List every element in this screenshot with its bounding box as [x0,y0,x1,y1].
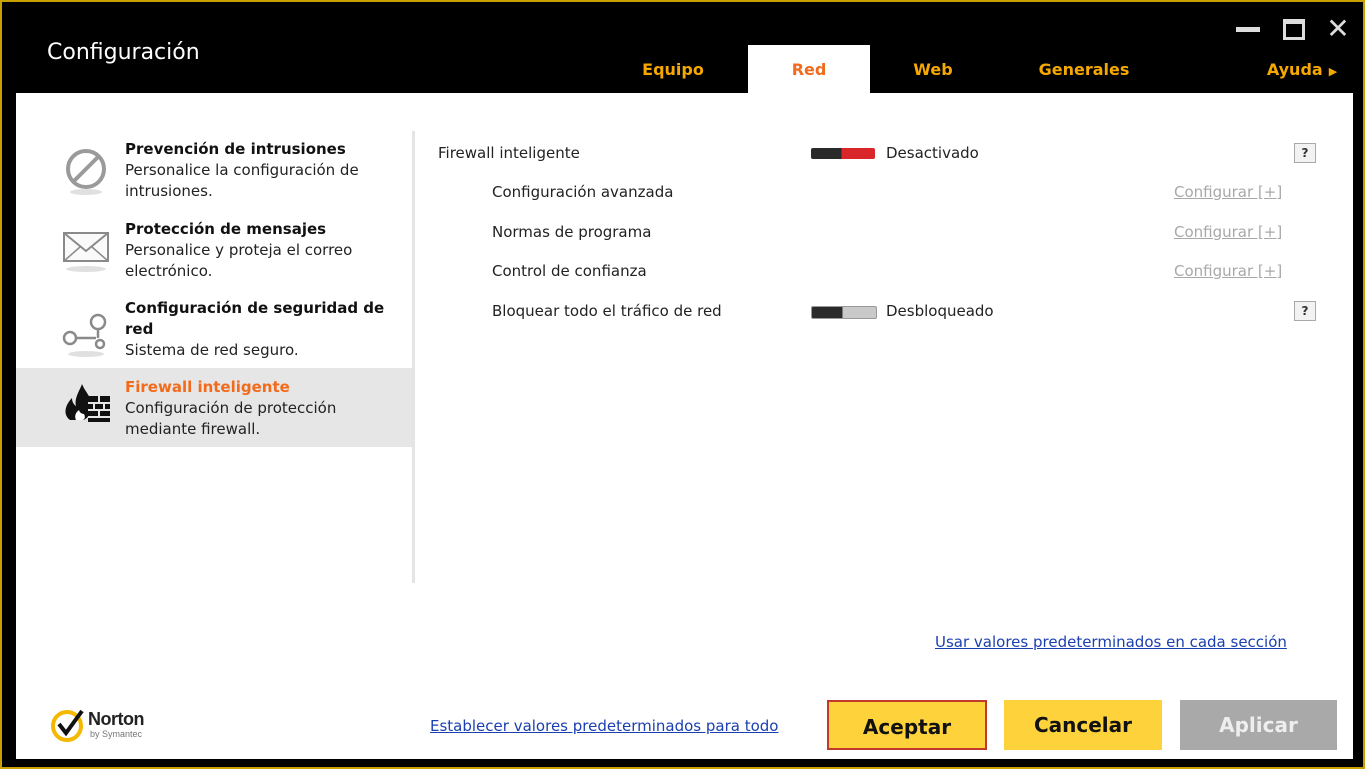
all-defaults-link[interactable]: Establecer valores predeterminados para … [430,717,778,735]
triangle-right-icon: ▶ [1328,65,1338,78]
tab-generales[interactable]: Generales [1014,45,1154,93]
setting-label: Bloquear todo el tráfico de red [492,302,722,320]
settings-window: Configuración ✕ Equipo Red Web Generales… [0,0,1365,769]
close-icon[interactable]: ✕ [1324,15,1352,43]
configure-program-rules-link[interactable]: Configurar [+] [1174,223,1282,241]
configure-advanced-link[interactable]: Configurar [+] [1174,183,1282,201]
configure-trust-control-link[interactable]: Configurar [+] [1174,262,1282,280]
tab-equipo[interactable]: Equipo [612,45,734,93]
sidebar-item-desc: Personalice y proteja el correo electrón… [125,241,353,280]
checkmark-icon [51,709,84,742]
help-button[interactable]: ? [1294,301,1316,321]
setting-label: Configuración avanzada [492,183,674,201]
sidebar-item-message-protection[interactable]: Protección de mensajes Personalice y pro… [16,219,412,285]
block-traffic-toggle[interactable] [811,306,877,319]
network-icon [62,313,107,357]
maximize-icon[interactable] [1280,16,1308,42]
block-traffic-state: Desbloqueado [886,302,994,320]
setting-label: Normas de programa [492,223,652,241]
tab-ayuda-label: Ayuda [1266,60,1323,79]
firewall-state: Desactivado [886,144,979,162]
setting-label: Control de confianza [492,262,647,280]
sidebar-item-title: Protección de mensajes [125,220,327,238]
prohibited-icon [66,149,106,195]
envelope-icon [63,232,109,272]
brand-name: Norton [88,709,144,729]
sidebar-item-title: Prevención de intrusiones [125,140,346,158]
sidebar-item-smart-firewall[interactable]: Firewall inteligente Configuración de pr… [16,368,412,447]
apply-button[interactable]: Aplicar [1180,700,1337,750]
firewall-toggle[interactable] [811,148,875,159]
tab-ayuda[interactable]: Ayuda ▶ [1252,45,1352,93]
help-button[interactable]: ? [1294,143,1316,163]
brand-sub: by Symantec [90,729,143,739]
sidebar-divider [412,131,415,583]
section-defaults-link[interactable]: Usar valores predeterminados en cada sec… [935,633,1287,651]
sidebar-item-intrusion-prevention[interactable]: Prevención de intrusiones Personalice la… [16,139,412,205]
tab-red[interactable]: Red [748,45,870,93]
tab-web[interactable]: Web [874,45,992,93]
main-content: Prevención de intrusiones Personalice la… [16,93,1353,759]
sidebar-item-desc: Personalice la configuración de intrusio… [125,161,359,200]
accept-button[interactable]: Aceptar [827,700,987,750]
norton-logo: Norton by Symantec [50,707,170,747]
cancel-button[interactable]: Cancelar [1004,700,1162,750]
setting-label: Firewall inteligente [438,144,580,162]
tab-bar: Equipo Red Web Generales Ayuda ▶ [2,45,1365,93]
minimize-icon[interactable] [1234,16,1262,42]
sidebar-item-title: Firewall inteligente [125,378,290,396]
sidebar-item-desc: Sistema de red seguro. [125,341,299,359]
sidebar-item-desc: Configuración de protección mediante fir… [125,399,337,438]
sidebar-item-network-security[interactable]: Configuración de seguridad de red Sistem… [16,298,412,364]
firewall-icon [65,384,110,422]
sidebar-item-title: Configuración de seguridad de red [125,299,385,338]
